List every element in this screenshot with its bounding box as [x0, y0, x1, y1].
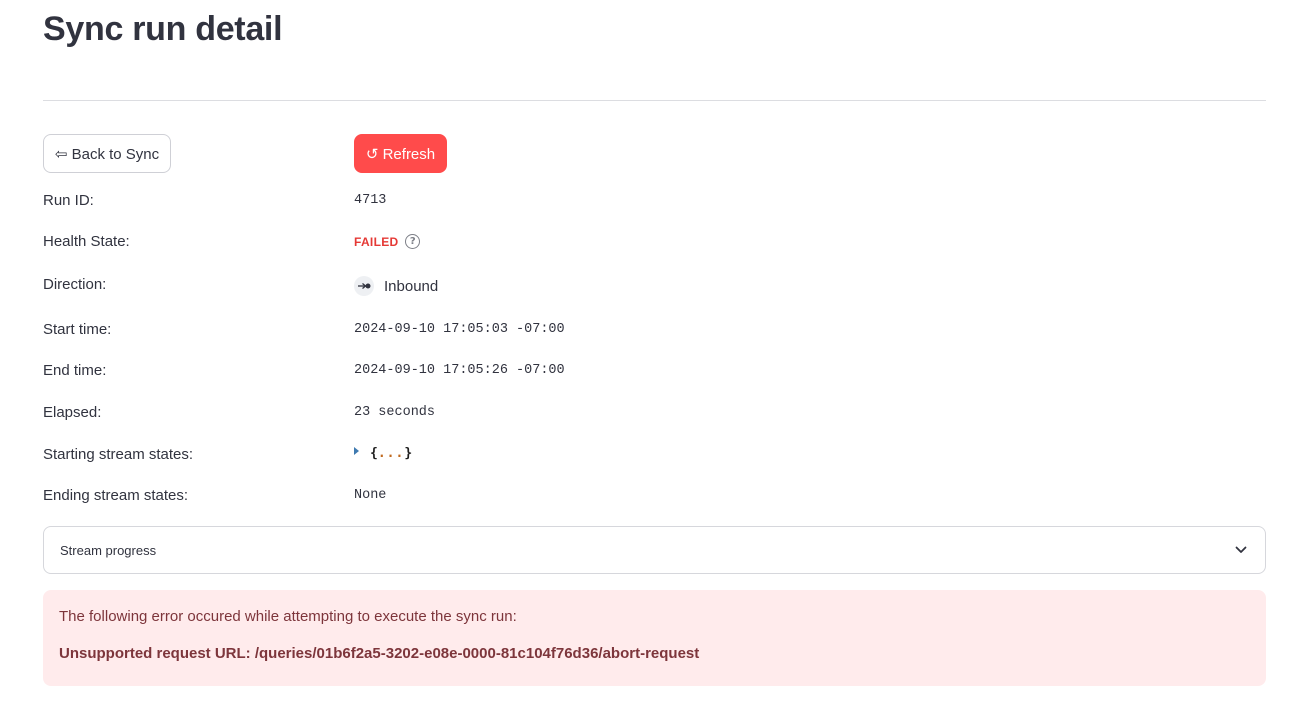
run-id-value: 4713 — [354, 193, 387, 208]
header-divider — [43, 100, 1266, 101]
end-time-label: End time: — [43, 362, 107, 379]
direction-text: Inbound — [384, 277, 439, 295]
end-time-value: 2024-09-10 17:05:26 -07:00 — [354, 363, 565, 378]
stream-progress-label: Stream progress — [60, 542, 157, 558]
start-time-label: Start time: — [43, 321, 112, 338]
health-state-label: Health State: — [43, 233, 130, 250]
sync-run-detail-page: Sync run detail ⇦ Back to Sync ↺ Refresh… — [0, 0, 1290, 712]
help-circle-icon[interactable]: ? — [405, 234, 421, 249]
starting-stream-states-json[interactable]: { ... } — [354, 446, 412, 461]
run-id-label: Run ID: — [43, 192, 94, 209]
status-badge: FAILED — [354, 234, 399, 249]
back-to-sync-button[interactable]: ⇦ Back to Sync — [43, 134, 171, 173]
ending-stream-states-label: Ending stream states: — [43, 487, 189, 504]
error-intro: The following error occured while attemp… — [59, 608, 517, 625]
elapsed-label: Elapsed: — [43, 404, 102, 421]
elapsed-value: 23 seconds — [354, 405, 436, 420]
refresh-button[interactable]: ↺ Refresh — [354, 134, 447, 173]
inbound-arrow-icon — [354, 276, 374, 296]
error-alert: The following error occured while attemp… — [43, 590, 1266, 686]
page-title: Sync run detail — [43, 10, 283, 48]
starting-stream-states-label: Starting stream states: — [43, 446, 194, 463]
error-message: Unsupported request URL: /queries/01b6f2… — [59, 645, 700, 662]
json-close-brace: } — [404, 446, 413, 461]
json-open-brace: { — [370, 446, 378, 461]
stream-progress-expander[interactable]: Stream progress — [43, 526, 1266, 574]
direction-label: Direction: — [43, 276, 107, 293]
start-time-value: 2024-09-10 17:05:03 -07:00 — [354, 322, 565, 337]
chevron-down-icon[interactable] — [1235, 541, 1247, 559]
health-state-value: FAILED ? — [354, 234, 421, 249]
json-collapsed-dots[interactable]: ... — [378, 446, 404, 461]
caret-right-icon[interactable] — [354, 446, 359, 455]
direction-value: Inbound — [354, 276, 438, 296]
ending-stream-states-value: None — [354, 488, 387, 503]
